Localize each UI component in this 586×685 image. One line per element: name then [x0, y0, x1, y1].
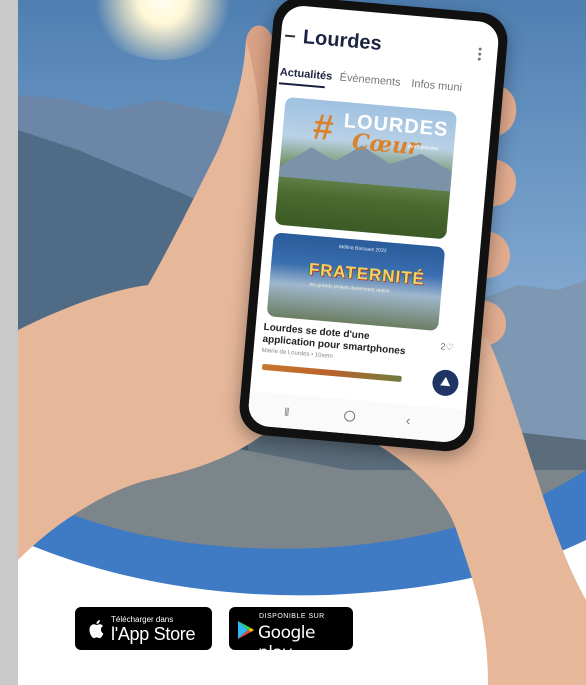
phone-screen: Lourdes Actualités Évènements Infos muni…: [247, 4, 500, 444]
app-store-label: l'App Store: [111, 624, 196, 644]
card2-small-text: Mélina Bassaez 2022: [338, 244, 387, 255]
news-card-lourdes-coeur[interactable]: # LOURDES Cœur des Pyrénées: [274, 96, 458, 240]
app-header: Lourdes: [280, 22, 499, 69]
app-store-badge[interactable]: Télécharger dans l'App Store: [75, 607, 212, 650]
recents-icon[interactable]: |||: [284, 406, 289, 416]
article-likes[interactable]: 2♡: [440, 341, 454, 353]
news-card-fraternite[interactable]: Mélina Bassaez 2022 FRATERNITÉ les grand…: [266, 232, 446, 332]
card1-hash-logo: #: [311, 105, 336, 149]
android-nav-bar: ||| ‹: [247, 390, 467, 444]
smartphone: Lourdes Actualités Évènements Infos muni…: [237, 0, 510, 454]
back-icon[interactable]: ‹: [405, 413, 411, 428]
google-play-badge[interactable]: DISPONIBLE SUR Google play: [229, 607, 353, 663]
tab-evenements[interactable]: Évènements: [339, 72, 401, 89]
next-card-preview: [261, 363, 402, 383]
active-tab-indicator: [278, 82, 325, 89]
app-store-caption: Télécharger dans: [111, 615, 174, 624]
google-play-label: Google play: [258, 623, 315, 663]
app-title: Lourdes: [302, 26, 383, 55]
kebab-icon[interactable]: [477, 47, 482, 62]
tab-actualites[interactable]: Actualités: [279, 66, 332, 83]
left-gray-strip: [0, 0, 18, 685]
google-play-caption: DISPONIBLE SUR: [259, 613, 325, 620]
home-icon[interactable]: [343, 410, 356, 423]
google-play-icon: [238, 621, 254, 639]
scroll-up-icon: [440, 376, 451, 387]
apple-icon: [89, 620, 104, 639]
scroll-up-button[interactable]: [431, 368, 460, 397]
menu-icon[interactable]: [284, 34, 296, 38]
tab-infos-municipales[interactable]: Infos muni: [411, 78, 463, 94]
